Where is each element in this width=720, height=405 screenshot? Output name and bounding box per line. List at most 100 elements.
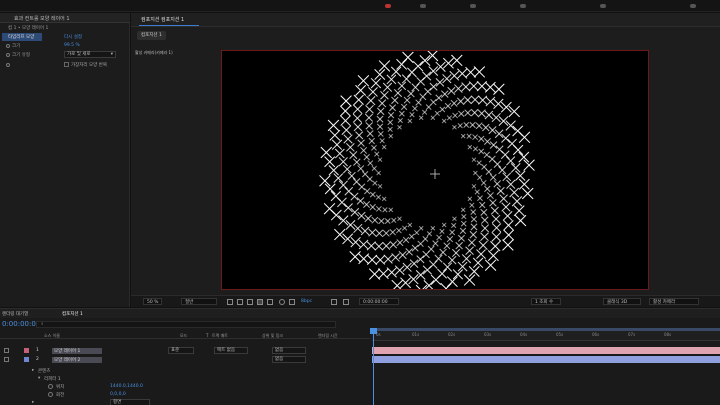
layer-row[interactable]: 2 모양 레이어 2 없음 [0,356,370,364]
toolbar-icon[interactable] [420,4,426,8]
stopwatch-icon[interactable] [6,63,10,67]
label-color-swatch[interactable] [24,357,29,362]
property-row[interactable]: 회전 0,0,0,0 [0,391,370,399]
twirl-arrow-icon[interactable]: ▾ [38,376,40,381]
layer-name-box[interactable]: 모양 레이어 2 [52,357,102,363]
spiral-x-mark [459,227,467,235]
property-row[interactable]: ▾ 리피터 1 [0,375,370,383]
zoom-select[interactable]: 50 % [143,298,163,305]
property-row[interactable]: ▸ 평면 [0,399,370,405]
layer-name-box[interactable]: 모양 레이어 1 [52,348,102,354]
spiral-x-mark [349,151,358,160]
spiral-x-mark [352,178,361,186]
twirl-arrow-icon[interactable]: ▸ [32,400,34,405]
position-value[interactable]: 1440.0,1440.0 [110,384,143,389]
effect-property-row[interactable]: 크기 유형 가로 및 세로 ▾ [2,51,128,59]
toolbar-icon[interactable] [690,4,696,8]
spiral-x-mark [356,197,365,205]
toolbar-icon[interactable] [470,4,476,8]
color-management-icon[interactable] [289,299,295,305]
layer-duration-bar[interactable] [372,347,720,354]
property-row[interactable]: ▸ 콘텐츠 [0,367,370,375]
stopwatch-icon[interactable] [48,384,53,389]
composition-panel: 컴포지션 컴포지션 1 컴포지션 1 활성 카메라(카메라 1) 50 % 절반… [131,13,720,307]
visibility-icon[interactable] [4,348,9,353]
spiral-x-mark [415,99,422,106]
stopwatch-icon[interactable] [6,44,10,48]
parent-select[interactable]: 없음 [272,356,306,363]
effect-header-row[interactable]: 타임리프 모양 다시 설정 [2,33,128,41]
spiral-x-mark [482,123,490,132]
col-mode[interactable]: 모드 [180,333,187,339]
spiral-x-mark [397,117,403,124]
spiral-x-mark [460,207,466,213]
grid-icon[interactable] [237,299,243,305]
toolbar-icon[interactable] [600,4,606,8]
view-select[interactable]: 활성 카메라 [649,298,699,305]
render-queue-tab[interactable]: 렌더링 대기열 [2,311,28,317]
spiral-x-mark [469,230,478,239]
col-track-matte[interactable]: 트랙 매트 [212,333,228,339]
label-color-swatch[interactable] [24,348,29,353]
spiral-x-mark [377,157,383,163]
composition-tab-bar: 컴포지션 컴포지션 1 [131,13,720,27]
camera-icon[interactable] [331,299,337,305]
composition-viewer[interactable] [221,50,649,290]
mask-icon[interactable] [247,299,253,305]
spiral-x-mark [491,223,502,233]
channel-icon[interactable] [279,299,285,305]
layer-duration-bar[interactable] [372,356,720,363]
layer-row[interactable]: 1 모양 레이어 1 표준 매트 없음 없음 [0,347,370,355]
playhead-line[interactable] [373,328,374,405]
resolution-select[interactable]: 절반 [181,298,217,305]
stopwatch-icon[interactable] [48,392,53,397]
view-layout-select[interactable]: 1 조회 수 [531,298,561,305]
property-value[interactable]: 99.5 % [64,43,80,48]
parent-select[interactable]: 없음 [272,347,306,354]
stopwatch-icon[interactable] [6,53,10,57]
col-source-name[interactable]: 소스 이름 [44,333,60,339]
property-row[interactable]: 위치 1440.0,1440.0 [0,383,370,391]
toolbar-icon[interactable] [520,4,526,8]
col-t[interactable]: T [206,333,208,338]
current-time-display[interactable]: 0:00:00:00 [2,320,40,328]
spiral-x-mark [384,218,391,225]
renderer-select[interactable]: 클래식 3D [603,298,641,305]
reset-link[interactable]: 다시 설정 [64,34,82,40]
effect-controls-tab[interactable]: 효과 컨트롤 모양 레이어 1 [0,13,130,23]
spiral-x-mark [461,82,471,92]
rotation-value[interactable]: 0,0,0,0 [110,392,126,397]
repeat-checkbox[interactable] [64,62,69,67]
spiral-x-mark [409,112,415,118]
spiral-x-mark [388,207,394,213]
composition-timeline-tab[interactable]: 컴포지션 1 [62,311,83,317]
spiral-x-mark [422,71,432,81]
spiral-x-mark [415,284,428,289]
transparency-grid-icon[interactable] [257,299,263,305]
current-timecode[interactable]: 0:00:00:00 [359,298,399,305]
spiral-x-mark [430,99,437,106]
anchor-point-crosshair[interactable] [430,169,440,179]
spiral-x-mark [434,110,440,116]
composition-breadcrumb[interactable]: 컴포지션 1 [137,31,166,40]
col-parent-link[interactable]: 상위 및 링크 [262,333,283,339]
snapshot-icon[interactable] [227,299,233,305]
blend-select[interactable]: 평면 [110,399,150,405]
effect-property-row[interactable]: 가장자리 모양 반복 [2,61,128,69]
spiral-x-mark [481,164,488,170]
composition-tab[interactable]: 컴포지션 컴포지션 1 [141,16,184,23]
timeline-search-input[interactable]: ⌕ [36,321,336,328]
col-render-time[interactable]: 렌더링 시간 [318,333,338,339]
track-matte-select[interactable]: 매트 없음 [214,347,248,354]
time-ruler[interactable]: 0s 01s 02s 03s 04s 05s 06s 07s 08s [372,331,720,341]
layer-path-row: 컴 1 • 모양 레이어 1 [2,24,128,32]
spiral-x-mark [423,280,435,289]
effect-property-row[interactable]: 크기 99.5 % [2,42,128,50]
visibility-icon[interactable] [4,357,9,362]
mode-select[interactable]: 표준 [168,347,194,354]
bit-depth[interactable]: 8bpc [301,298,312,305]
twirl-arrow-icon[interactable]: ▸ [32,368,34,373]
size-type-select[interactable]: 가로 및 세로 ▾ [64,51,116,58]
region-of-interest-icon[interactable] [267,299,273,305]
show-channel-icon[interactable] [343,299,349,305]
